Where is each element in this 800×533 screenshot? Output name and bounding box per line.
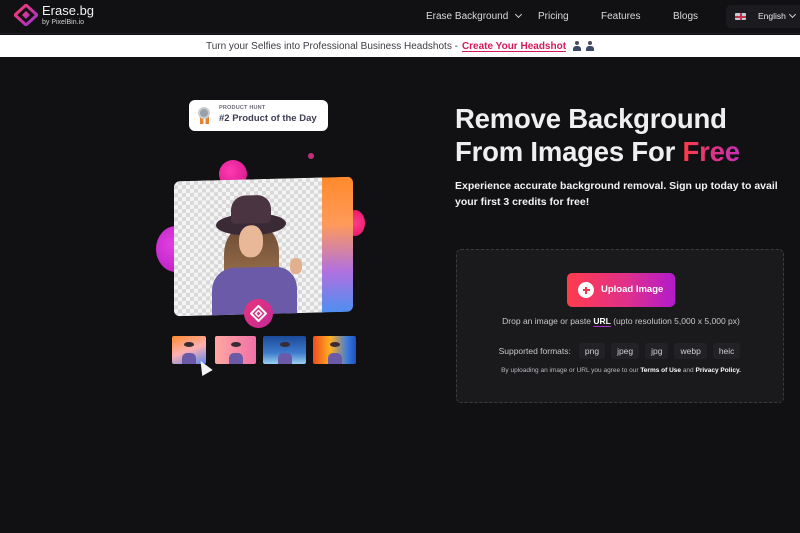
badge-label: PRODUCT HUNT [219,105,266,111]
man-office-worker-icon [586,41,595,51]
nav-erase-background-label: Erase Background [426,11,509,22]
formats-label: Supported formats: [498,346,571,356]
drop-suffix: (upto resolution 5,000 x 5,000 px) [610,316,740,326]
supported-formats: Supported formats: png jpeg jpg webp hei… [457,343,785,359]
language-label: English [758,11,786,21]
nav-features[interactable]: Features [601,11,640,22]
nav-pricing[interactable]: Pricing [538,11,569,22]
nav-blogs[interactable]: Blogs [673,11,698,22]
chevron-down-icon [515,10,523,19]
format-chip: heic [712,343,741,359]
badge-title: #2 Product of the Day [219,113,317,124]
privacy-policy-link[interactable]: Privacy Policy. [695,367,740,374]
nav-erase-background[interactable]: Erase Background [426,10,523,22]
terms-and: and [681,367,696,374]
paste-url-link[interactable]: URL [593,316,610,326]
upload-dropzone[interactable]: Upload Image Drop an image or paste URL … [456,249,784,403]
upload-image-label: Upload Image [601,284,664,295]
upload-image-button[interactable]: Upload Image [567,273,675,307]
hero-title-highlight: Free [682,136,740,167]
erase-bg-badge-icon [244,299,273,328]
erase-bg-logo-icon [12,2,40,28]
uk-flag-icon [735,13,746,20]
format-chip: jpeg [611,343,640,359]
format-chip: webp [674,343,707,359]
banner-text: Turn your Selfies into Professional Busi… [205,40,458,52]
create-headshot-link[interactable]: Create Your Headshot [462,41,566,52]
plus-icon [578,282,594,298]
terms-notice: By uploading an image or URL you agree t… [457,367,785,374]
terms-of-use-link[interactable]: Terms of Use [640,367,681,374]
decorative-blob [308,153,314,159]
logo[interactable]: Erase.bg by PixelBin.io [12,2,95,28]
language-selector[interactable]: English [726,5,800,28]
top-navbar: Erase.bg by PixelBin.io Erase Background… [0,0,800,34]
promo-banner: Turn your Selfies into Professional Busi… [0,35,800,57]
logo-title: Erase.bg [42,3,95,18]
chevron-down-icon [788,10,797,19]
terms-prefix: By uploading an image or URL you agree t… [501,367,641,374]
drop-instructions: Drop an image or paste URL (upto resolut… [457,316,785,326]
thumbnail-option[interactable] [313,336,356,364]
format-chip: jpg [645,343,669,359]
hero-subtitle: Experience accurate background removal. … [455,180,778,208]
thumbnail-option[interactable] [263,336,306,364]
woman-portrait-image [204,185,324,317]
medal-icon [198,107,210,119]
hero-title: Remove Background From Images For Free [455,102,740,168]
hero-title-line2: From Images For [455,136,683,167]
sample-image-card [174,176,353,317]
logo-subtitle: by PixelBin.io [42,19,85,26]
format-chip: png [578,343,606,359]
product-hunt-badge[interactable]: PRODUCT HUNT #2 Product of the Day [189,100,328,131]
hero-title-line1: Remove Background [455,103,727,134]
thumbnail-option[interactable] [215,336,256,364]
drop-prefix: Drop an image or paste [502,316,594,326]
gradient-background-preview [322,176,353,313]
woman-office-worker-icon [573,41,582,51]
